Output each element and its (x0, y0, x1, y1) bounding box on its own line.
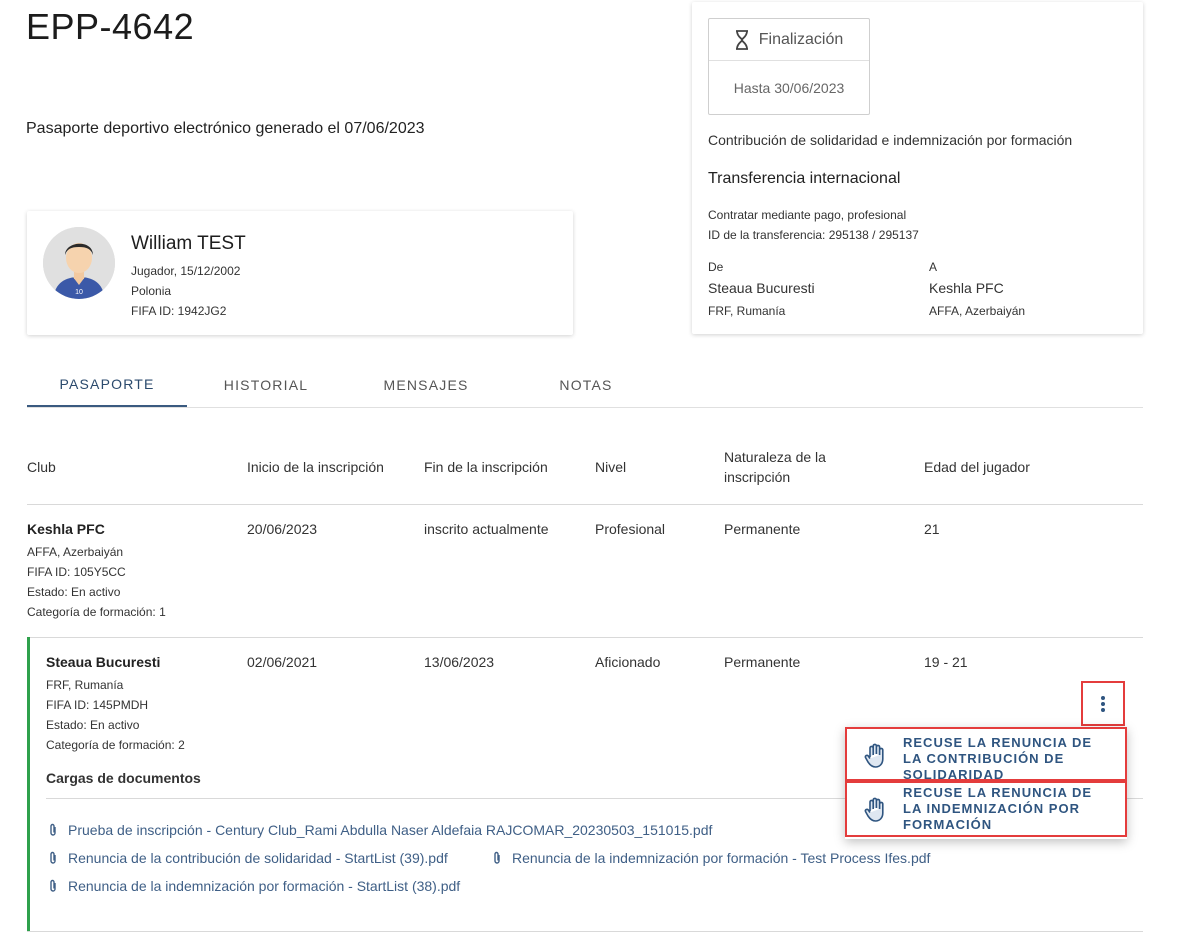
more-actions-button[interactable] (1081, 681, 1125, 726)
row-end-date: 13/06/2023 (424, 654, 495, 670)
document-link[interactable]: Renuncia de la contribución de solidarid… (48, 850, 448, 866)
transfer-card: Finalización Hasta 30/06/2023 Contribuci… (692, 2, 1143, 334)
tab-bar: PASAPORTE HISTORIAL MENSAJES NOTAS (27, 362, 1143, 408)
hourglass-icon (735, 29, 748, 50)
row-club-fifa-id: FIFA ID: 105Y5CC (27, 565, 126, 579)
menu-item-recuse-training[interactable]: RECUSE LA RENUNCIA DE LA INDEMNIZACIÓN P… (845, 781, 1127, 837)
page-title: EPP-4642 (26, 6, 195, 47)
from-club: Steaua Bucuresti (708, 280, 815, 296)
column-header-age: Edad del jugador (924, 459, 1030, 475)
column-header-start: Inicio de la inscripción (247, 459, 384, 475)
document-link[interactable]: Renuncia de la indemnización por formaci… (48, 878, 460, 894)
menu-item-recuse-solidarity[interactable]: RECUSE LA RENUNCIA DE LA CONTRIBUCIÓN DE… (845, 727, 1127, 782)
row-level: Profesional (595, 521, 666, 537)
documents-title: Cargas de documentos (46, 770, 201, 786)
tab-notas[interactable]: NOTAS (506, 362, 666, 407)
paperclip-icon (494, 851, 500, 864)
hand-icon (864, 797, 884, 822)
column-header-club: Club (27, 459, 56, 475)
row-club-assoc: FRF, Rumanía (46, 678, 124, 692)
row-club-fifa-id: FIFA ID: 145PMDH (46, 698, 149, 712)
status-date: Hasta 30/06/2023 (733, 80, 845, 96)
document-link[interactable]: Renuncia de la indemnización por formaci… (492, 850, 930, 866)
active-row-indicator (27, 637, 30, 931)
row-club-name: Keshla PFC (27, 521, 105, 537)
row-age: 21 (924, 521, 940, 537)
player-card: 10 William TEST Jugador, 15/12/2002 Polo… (27, 211, 573, 335)
row-nature: Permanente (724, 521, 801, 537)
actions-menu: RECUSE LA RENUNCIA DE LA CONTRIBUCIÓN DE… (845, 727, 1127, 839)
row-level: Aficionado (595, 654, 661, 670)
player-avatar-icon: 10 (43, 227, 115, 299)
row-start-date: 20/06/2023 (247, 521, 318, 537)
row-nature: Permanente (724, 654, 801, 670)
to-label: A (929, 260, 938, 274)
from-association: FRF, Rumanía (708, 304, 786, 318)
player-nationality: Polonia (131, 284, 172, 298)
contribution-text: Contribución de solidaridad e indemnizac… (708, 132, 1073, 148)
to-association: AFFA, Azerbaiyán (929, 304, 1026, 318)
passport-generated-text: Pasaporte deportivo electrónico generado… (26, 120, 425, 137)
document-link[interactable]: Prueba de inscripción - Century Club_Ram… (48, 822, 712, 838)
header-divider (27, 504, 1143, 505)
paperclip-icon (50, 851, 56, 864)
column-header-nature: Naturaleza de la inscripción (724, 449, 826, 485)
column-header-end: Fin de la inscripción (424, 459, 548, 475)
row-club-status: Estado: En activo (46, 718, 140, 732)
svg-text:10: 10 (75, 289, 83, 296)
player-name: William TEST (131, 233, 246, 254)
to-club: Keshla PFC (929, 280, 1004, 296)
transfer-id: ID de la transferencia: 295138 / 295137 (708, 228, 919, 242)
player-avatar: 10 (43, 227, 115, 299)
tab-mensajes[interactable]: MENSAJES (346, 362, 506, 407)
player-fifa-id: FIFA ID: 1942JG2 (131, 304, 227, 318)
kebab-icon (1101, 695, 1105, 712)
row-start-date: 02/06/2021 (247, 654, 318, 670)
hand-icon (864, 743, 884, 768)
from-label: De (708, 260, 724, 274)
row-club-name: Steaua Bucuresti (46, 654, 161, 670)
status-label: Finalización (758, 30, 844, 48)
row-club-assoc: AFFA, Azerbaiyán (27, 545, 124, 559)
player-role-birthdate: Jugador, 15/12/2002 (131, 264, 241, 278)
row-end-date: inscrito actualmente (424, 521, 549, 537)
column-header-level: Nivel (595, 459, 627, 475)
menu-item-label: RECUSE LA RENUNCIA DE LA INDEMNIZACIÓN P… (903, 785, 1093, 832)
row-divider (27, 931, 1143, 932)
row-age: 19 - 21 (924, 654, 968, 670)
transfer-detail-type: Contratar mediante pago, profesional (708, 208, 907, 222)
transfer-type-title: Transferencia internacional (708, 170, 901, 187)
row-club-category: Categoría de formación: 1 (27, 605, 166, 619)
menu-item-label: RECUSE LA RENUNCIA DE LA CONTRIBUCIÓN DE… (903, 735, 1093, 782)
paperclip-icon (50, 879, 56, 892)
status-box: Finalización Hasta 30/06/2023 (708, 18, 870, 115)
paperclip-icon (50, 823, 56, 836)
tab-pasaporte[interactable]: PASAPORTE (27, 362, 187, 407)
row-club-status: Estado: En activo (27, 585, 121, 599)
tab-historial[interactable]: HISTORIAL (186, 362, 346, 407)
row-divider (27, 637, 1143, 638)
row-club-category: Categoría de formación: 2 (46, 738, 185, 752)
